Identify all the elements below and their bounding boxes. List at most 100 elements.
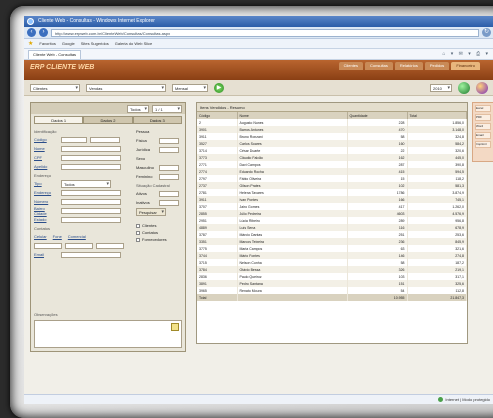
- work-phone-input[interactable]: [96, 242, 124, 249]
- form-tab[interactable]: Dados 1: [34, 116, 84, 124]
- state-input[interactable]: [61, 216, 121, 223]
- refresh-button[interactable]: ↻: [482, 28, 491, 37]
- table-cell: 3744: [197, 252, 238, 259]
- table-row[interactable]: 2855 Júlio Pedreira 4603 4.576,9: [197, 210, 467, 217]
- nickname-input[interactable]: [61, 163, 121, 170]
- table-row[interactable]: 2836 Paulo Queiroz 103 317,1: [197, 273, 467, 280]
- module-tab[interactable]: Relatórios: [394, 62, 423, 70]
- table-row[interactable]: 2781 Helena Tavares 1786 3.874,9: [197, 189, 467, 196]
- export-item[interactable]: Imprimir: [475, 141, 491, 148]
- table-row[interactable]: 3911 Bruno Ronzani 58 324,8: [197, 133, 467, 140]
- favorite-item[interactable]: Galeria do Web Slice: [115, 41, 153, 46]
- table-cell: 102: [347, 182, 408, 189]
- export-item[interactable]: Email: [475, 132, 491, 139]
- city-input[interactable]: [61, 207, 121, 214]
- report-select[interactable]: Vendas: [86, 83, 166, 92]
- pager-select[interactable]: 1 / 1: [152, 104, 182, 113]
- table-row[interactable]: 2797 Fábio Oliveira 15 118,2: [197, 175, 467, 182]
- export-item[interactable]: Excel: [475, 105, 491, 112]
- module-tab[interactable]: Clientes: [338, 62, 364, 70]
- inactive-input[interactable]: [159, 199, 179, 206]
- table-cell: 112,8: [407, 287, 467, 294]
- export-item[interactable]: Word: [475, 123, 491, 130]
- code2-input[interactable]: [90, 136, 120, 143]
- table-cell: Otávio Bessa: [237, 266, 348, 273]
- ie-logo-icon: [27, 18, 34, 25]
- form-tab[interactable]: Dados 3: [132, 116, 182, 124]
- column-header[interactable]: Total: [407, 112, 467, 119]
- table-row[interactable]: 2951 Lúcia Ribeiro 289 956,8: [197, 217, 467, 224]
- globe-icon[interactable]: [458, 81, 470, 94]
- table-row[interactable]: 4889 Luís Sena 116 678,9: [197, 224, 467, 231]
- entity-select[interactable]: Clientes: [30, 83, 80, 92]
- company-type-input[interactable]: [159, 146, 179, 153]
- address-input[interactable]: [61, 189, 121, 196]
- module-tab[interactable]: Consultas: [365, 62, 393, 70]
- url-input[interactable]: http://www.erpweb.com.br/ClienteWeb/Cons…: [51, 28, 479, 37]
- forward-button[interactable]: ›: [39, 28, 48, 37]
- table-row[interactable]: 3715 Nelson Cunha 58 187,2: [197, 259, 467, 266]
- column-header[interactable]: Quantidade: [347, 112, 408, 119]
- table-row[interactable]: 3707 Jairo Gomes 417 1.262,0: [197, 203, 467, 210]
- form-filter-select[interactable]: Todos: [127, 104, 149, 113]
- form-tab[interactable]: Dados 2: [83, 116, 133, 124]
- name-input[interactable]: [61, 145, 121, 152]
- browser-tab[interactable]: Cliente Web - Consultas: [28, 49, 82, 59]
- table-row[interactable]: 2774 Eduardo Rocha 415 594,5: [197, 168, 467, 175]
- table-row[interactable]: 2 Augusto Nunes 228 1.856,0: [197, 119, 467, 126]
- table-cell: 321,6: [407, 245, 467, 252]
- male-input[interactable]: [159, 164, 179, 171]
- year-select[interactable]: 2010: [430, 83, 452, 92]
- number-input[interactable]: [61, 198, 121, 205]
- favorites-label[interactable]: Favoritos: [39, 41, 55, 46]
- run-button[interactable]: ▶: [214, 82, 224, 93]
- code-input[interactable]: [61, 136, 87, 143]
- table-cell: 287: [347, 161, 408, 168]
- phone-input[interactable]: [65, 242, 93, 249]
- checkbox-contacts[interactable]: Contatos: [136, 229, 182, 236]
- table-row[interactable]: 3744 Mário Fontes 146 274,8: [197, 252, 467, 259]
- column-header[interactable]: Nome: [237, 112, 348, 119]
- cpf-input[interactable]: [61, 154, 121, 161]
- active-input[interactable]: [159, 190, 179, 197]
- mobile-input[interactable]: [34, 242, 62, 249]
- table-row[interactable]: 3787 Márcio Dantas 251 253,6: [197, 231, 467, 238]
- table-row[interactable]: 3891 Pedro Santana 151 325,6: [197, 280, 467, 287]
- table-row[interactable]: 3527 Carlos Soares 160 584,2: [197, 140, 467, 147]
- module-tab-active[interactable]: Financeiro: [451, 62, 480, 70]
- table-row[interactable]: 3775 Maria Campos 63 321,6: [197, 245, 467, 252]
- column-header[interactable]: Código: [197, 112, 238, 119]
- table-cell: César Duarte: [237, 147, 348, 154]
- checkbox-suppliers[interactable]: Fornecedores: [136, 236, 182, 243]
- table-row[interactable]: 3965 Renato Moura 54 112,8: [197, 287, 467, 294]
- field-label: Email: [34, 252, 45, 257]
- table-row[interactable]: 3714 César Duarte 22 320,6: [197, 147, 467, 154]
- notes-textarea[interactable]: [34, 320, 182, 348]
- person-type-input[interactable]: [159, 137, 179, 144]
- table-row[interactable]: 2737 Gilson Prates 102 581,3: [197, 182, 467, 189]
- table-row[interactable]: 3784 Otávio Bessa 326 219,1: [197, 266, 467, 273]
- table-row[interactable]: 3911 Ivan Pontes 166 745,1: [197, 196, 467, 203]
- checkbox-clients[interactable]: Clientes: [136, 222, 182, 229]
- favorites-star-icon[interactable]: ★: [28, 40, 33, 47]
- favorite-item[interactable]: Sites Sugeridos: [81, 41, 109, 46]
- table-cell: Jairo Gomes: [237, 203, 348, 210]
- command-bar[interactable]: ⌂ ▾ ✉ ▾ ⎙ ▾: [442, 51, 490, 57]
- field-label: Tipo: [34, 181, 42, 186]
- chart-icon[interactable]: [476, 81, 488, 94]
- female-input[interactable]: [159, 173, 179, 180]
- table-row[interactable]: 2771 Davi Campos 287 390,8: [197, 161, 467, 168]
- email-input[interactable]: [61, 251, 121, 258]
- favorite-item[interactable]: Google: [62, 41, 75, 46]
- period-select[interactable]: Mensal: [172, 83, 208, 92]
- search-button[interactable]: Pesquisar: [136, 207, 166, 216]
- module-tab[interactable]: Pedidos: [424, 62, 450, 70]
- table-row[interactable]: 3773 Cláudio Falcão 162 445,0: [197, 154, 467, 161]
- address-type-select[interactable]: Todos: [61, 179, 111, 188]
- app-logo: ERP CLIENTE WEB: [30, 64, 95, 71]
- table-row[interactable]: 3351 Marcos Teixeira 236 845,9: [197, 238, 467, 245]
- back-button[interactable]: ‹: [27, 28, 36, 37]
- table-row[interactable]: 3901 Barros Antunes 470 3.148,0: [197, 126, 467, 133]
- export-item[interactable]: PDF: [475, 114, 491, 121]
- edit-icon[interactable]: [171, 323, 179, 331]
